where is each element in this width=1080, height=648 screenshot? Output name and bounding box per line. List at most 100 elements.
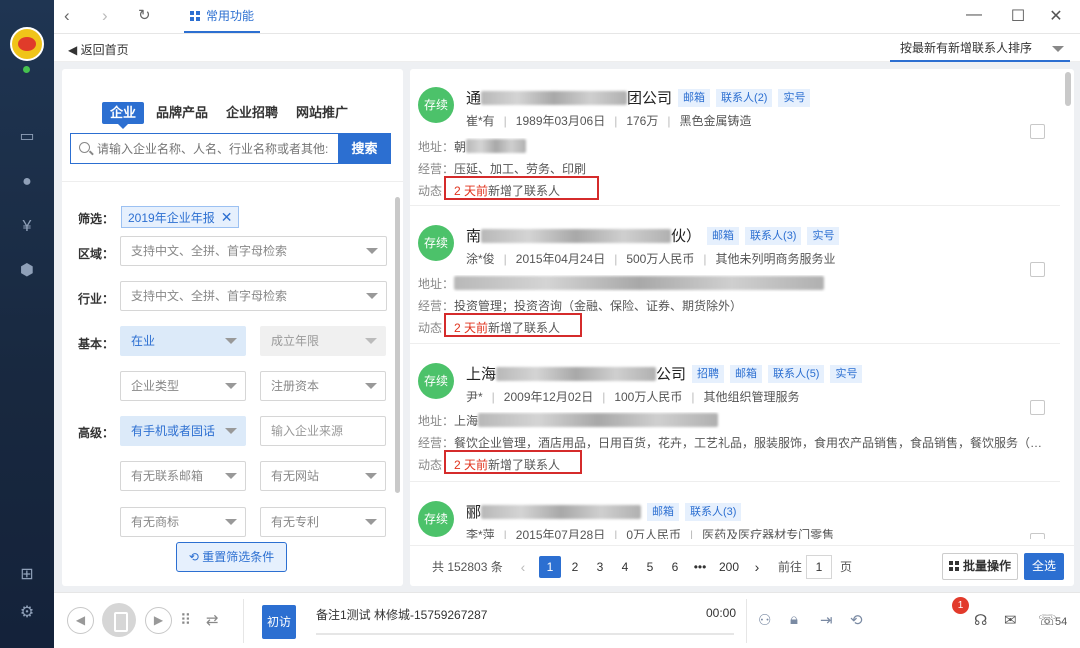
- list-item[interactable]: 存续 上海 公司 招聘 邮箱 联系人(5) 实号 尹* | 2009年12月02日 | 100万人…: [410, 345, 1060, 482]
- phone-button[interactable]: [102, 603, 136, 637]
- headset-icon[interactable]: ☊: [974, 611, 987, 629]
- prev-call-icon[interactable]: ◀: [67, 607, 94, 634]
- capital-select[interactable]: 注册资本: [260, 371, 386, 401]
- page-200[interactable]: 200: [716, 556, 742, 578]
- highlight-box: [444, 313, 582, 337]
- prev-page-icon[interactable]: ‹: [512, 556, 534, 578]
- source-input[interactable]: 输入企业来源: [260, 416, 386, 446]
- select-checkbox[interactable]: [1030, 262, 1045, 277]
- select-checkbox[interactable]: [1030, 124, 1045, 139]
- website-select[interactable]: 有无网站: [260, 461, 386, 491]
- person: 李*萍: [466, 528, 495, 539]
- company-name[interactable]: 上海 公司 招聘 邮箱 联系人(5) 实号: [466, 363, 863, 384]
- nav-back-icon[interactable]: ‹: [64, 7, 70, 25]
- top-bar: ‹ › ↻ 常用功能 — ☐ ✕: [54, 0, 1080, 34]
- phone-log-icon[interactable]: ☏: [1038, 611, 1057, 629]
- company-type-select[interactable]: 企业类型: [120, 371, 246, 401]
- redacted-text: [481, 229, 672, 243]
- region-select[interactable]: 支持中文、全拼、首字母检索: [120, 236, 387, 266]
- results-scrollbar[interactable]: [1065, 72, 1071, 106]
- refresh-icon[interactable]: ↻: [138, 7, 151, 25]
- batch-operation-button[interactable]: 批量操作: [942, 553, 1018, 580]
- filter-tag[interactable]: 2019年企业年报 ✕: [121, 206, 240, 228]
- list-item[interactable]: 存续 南 伙） 邮箱 联系人(3) 实号 涂*俊 | 2015年04月24日 | 500万人民币…: [410, 207, 1060, 344]
- monitor-icon[interactable]: ▭: [18, 128, 36, 146]
- next-call-icon[interactable]: ▶: [145, 607, 172, 634]
- capital: 500万人民币: [626, 252, 695, 266]
- company-name[interactable]: 郦 邮箱 联系人(3): [466, 501, 742, 522]
- lock-icon[interactable]: 🔒︎: [790, 611, 798, 628]
- sort-label: 按最新有新增联系人排序: [900, 41, 1033, 55]
- filter-scrollbar[interactable]: [395, 197, 400, 493]
- yen-icon[interactable]: ¥: [18, 218, 36, 236]
- tab-company[interactable]: 企业: [102, 102, 145, 124]
- tab-brand-product[interactable]: 品牌产品: [148, 102, 216, 124]
- close-icon[interactable]: ✕: [1046, 6, 1066, 26]
- company-name[interactable]: 通 团公司 邮箱 联系人(2) 实号: [466, 87, 811, 108]
- avatar[interactable]: [10, 27, 44, 61]
- page-6[interactable]: 6: [664, 556, 686, 578]
- page-3[interactable]: 3: [589, 556, 611, 578]
- industry-select[interactable]: 支持中文、全拼、首字母检索: [120, 281, 387, 311]
- list-item[interactable]: 存续 通 团公司 邮箱 联系人(2) 实号 崔*有 | 1989年03月06日 | 176万 | 黑…: [410, 69, 1060, 206]
- reset-filters-button[interactable]: ⟲ 重置筛选条件: [176, 542, 287, 572]
- goto-page-input[interactable]: 1: [806, 555, 832, 579]
- address-key: 地址：: [418, 414, 455, 428]
- cube-icon[interactable]: ⬢: [18, 262, 36, 280]
- business-key: 经营：: [418, 299, 455, 313]
- phone-select[interactable]: 有手机或者固话: [120, 416, 246, 446]
- person: 涂*俊: [466, 252, 495, 266]
- back-home-link[interactable]: ◀ 返回首页: [68, 41, 129, 58]
- list-item[interactable]: 存续 郦 邮箱 联系人(3) 李*萍 | 2015年07月28日 | 0万人民币 | 医药及医疗…: [410, 483, 1060, 539]
- select-checkbox[interactable]: [1030, 400, 1045, 415]
- patent-select[interactable]: 有无专利: [260, 507, 386, 537]
- date: 2015年07月28日: [515, 528, 606, 539]
- page-1[interactable]: 1: [539, 556, 561, 578]
- email-select[interactable]: 有无联系邮箱: [120, 461, 246, 491]
- remove-tag-icon[interactable]: ✕: [221, 209, 233, 225]
- person: 尹*: [466, 390, 483, 404]
- user-transfer-icon[interactable]: ⚇: [758, 611, 771, 629]
- minimize-icon[interactable]: —: [964, 6, 984, 24]
- search-button[interactable]: 搜索: [338, 133, 391, 164]
- select-all-button[interactable]: 全选: [1024, 553, 1064, 580]
- settings-gear-icon[interactable]: ⚙: [18, 604, 36, 622]
- tab-favorites[interactable]: 常用功能: [184, 0, 261, 33]
- maximize-icon[interactable]: ☐: [1008, 6, 1028, 26]
- business-line: 经营：餐饮企业管理，酒店用品，日用百货，花卉，工艺礼品，服装服饰，食用农产品销售…: [418, 434, 1052, 451]
- left-rail: ▭ ● ¥ ⬢ ⊞ ⚙: [0, 0, 54, 648]
- region-placeholder: 支持中文、全拼、首字母检索: [131, 244, 288, 258]
- select-checkbox[interactable]: [1030, 533, 1045, 539]
- page-2[interactable]: 2: [564, 556, 586, 578]
- business-scope: 餐饮企业管理，酒店用品，日用百货，花卉，工艺礼品，服装服饰，食用农产品销售，食品…: [454, 436, 1052, 450]
- page-4[interactable]: 4: [614, 556, 636, 578]
- divider: [746, 599, 747, 643]
- status-badge: 存续: [418, 501, 454, 537]
- page-5[interactable]: 5: [639, 556, 661, 578]
- company-name[interactable]: 南 伙） 邮箱 联系人(3) 实号: [466, 225, 840, 246]
- message-icon[interactable]: ✉: [1004, 611, 1017, 629]
- trademark-select[interactable]: 有无商标: [120, 507, 246, 537]
- rotate-icon[interactable]: ⟲: [850, 611, 863, 629]
- dialpad-icon[interactable]: ⠿: [180, 611, 191, 629]
- patent-value: 有无专利: [271, 515, 320, 529]
- apps-icon[interactable]: ⊞: [18, 566, 36, 584]
- chevron-down-icon: [225, 519, 237, 531]
- sort-dropdown[interactable]: 按最新有新增联系人排序: [890, 36, 1070, 62]
- status-select[interactable]: 在业: [120, 326, 246, 356]
- status-badge: 存续: [418, 363, 454, 399]
- address-key: 地址：: [418, 140, 455, 154]
- company-name-start: 通: [466, 90, 482, 107]
- tab-recruitment[interactable]: 企业招聘: [218, 102, 286, 124]
- nav-forward-icon[interactable]: ›: [102, 7, 108, 25]
- first-visit-button[interactable]: 初访: [262, 605, 296, 639]
- search-input[interactable]: [97, 139, 335, 159]
- page-ellipsis[interactable]: •••: [689, 556, 711, 578]
- notification-badge: 1: [952, 597, 969, 614]
- export-icon[interactable]: ⇥: [820, 611, 833, 629]
- established-select[interactable]: 成立年限: [260, 326, 386, 356]
- contact-icon[interactable]: ●: [18, 173, 36, 191]
- swap-icon[interactable]: ⇄: [206, 611, 219, 629]
- tab-web-promotion[interactable]: 网站推广: [288, 102, 356, 124]
- next-page-icon[interactable]: ›: [746, 556, 768, 578]
